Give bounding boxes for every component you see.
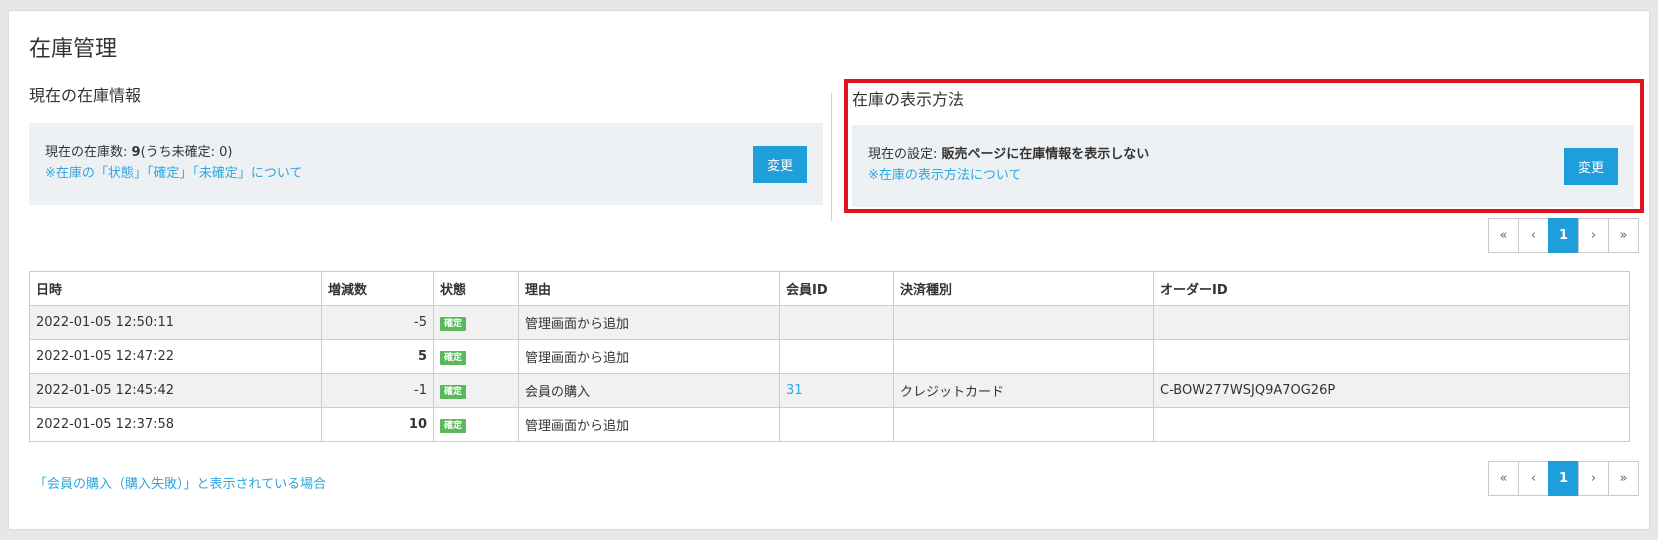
cell-status: 確定	[433, 407, 519, 442]
cell-status: 確定	[433, 339, 519, 374]
cell-order-id	[1153, 339, 1630, 374]
display-setting-line: 現在の設定: 販売ページに在庫情報を表示しない	[868, 145, 1618, 165]
stock-count-line: 現在の在庫数: 9(うち未確定: 0)	[45, 143, 807, 163]
col-header-datetime: 日時	[29, 271, 322, 306]
col-header-status: 状態	[433, 271, 519, 306]
cell-member-id	[779, 305, 894, 340]
status-badge: 確定	[440, 350, 467, 365]
table-header-row: 日時 増減数 状態 理由 会員ID 決済種別 オーダーID	[29, 271, 1630, 306]
cell-datetime: 2022-01-05 12:45:42	[29, 373, 322, 408]
cell-datetime: 2022-01-05 12:37:58	[29, 407, 322, 442]
cell-delta: 10	[321, 407, 434, 442]
current-stock-box: 現在の在庫数: 9(うち未確定: 0) ※在庫の「状態」「確定」「未確定」につい…	[29, 123, 823, 205]
cell-reason: 管理画面から追加	[518, 305, 780, 340]
cell-member-id	[779, 407, 894, 442]
cell-datetime: 2022-01-05 12:50:11	[29, 305, 322, 340]
cell-payment	[893, 407, 1154, 442]
table-row: 2022-01-05 12:50:11 -5 確定 管理画面から追加	[29, 305, 1630, 340]
cell-member-id	[779, 339, 894, 374]
cell-payment: クレジットカード	[893, 373, 1154, 408]
page-first-button[interactable]: «	[1488, 461, 1519, 496]
page-prev-button[interactable]: ‹	[1518, 461, 1549, 496]
current-stock-section: 現在の在庫情報 現在の在庫数: 9(うち未確定: 0) ※在庫の「状態」「確定」…	[29, 85, 823, 205]
pagination-bottom: « ‹ 1 › »	[1488, 461, 1639, 496]
page-current-button[interactable]: 1	[1548, 218, 1579, 253]
stock-status-help-link[interactable]: ※在庫の「状態」「確定」「未確定」について	[45, 163, 807, 185]
page-last-button[interactable]: »	[1608, 461, 1639, 496]
cell-datetime: 2022-01-05 12:47:22	[29, 339, 322, 374]
display-setting-label: 現在の設定:	[868, 147, 942, 162]
cell-reason: 管理画面から追加	[518, 407, 780, 442]
cell-order-id	[1153, 407, 1630, 442]
display-setting-value: 販売ページに在庫情報を表示しない	[941, 147, 1150, 162]
main-panel: 在庫管理 現在の在庫情報 現在の在庫数: 9(うち未確定: 0) ※在庫の「状態…	[8, 10, 1650, 530]
member-id-link[interactable]: 31	[786, 383, 803, 398]
cell-delta: -1	[321, 373, 434, 408]
display-method-box: 現在の設定: 販売ページに在庫情報を表示しない ※在庫の表示方法について 変更	[852, 125, 1634, 207]
stock-count-value: 9	[131, 145, 141, 160]
stock-unconfirmed: (うち未確定: 0)	[140, 145, 233, 160]
status-badge: 確定	[440, 418, 467, 433]
page-next-button[interactable]: ›	[1578, 461, 1609, 496]
table-row: 2022-01-05 12:47:22 5 確定 管理画面から追加	[29, 339, 1630, 374]
cell-delta: 5	[321, 339, 434, 374]
section-divider	[831, 93, 832, 221]
change-display-button[interactable]: 変更	[1564, 148, 1618, 185]
col-header-payment: 決済種別	[893, 271, 1154, 306]
col-header-reason: 理由	[518, 271, 780, 306]
change-stock-button[interactable]: 変更	[753, 146, 807, 183]
cell-reason: 会員の購入	[518, 373, 780, 408]
cell-status: 確定	[433, 373, 519, 408]
cell-order-id: C-BOW277WSJQ9A7OG26P	[1153, 373, 1630, 408]
current-stock-heading: 現在の在庫情報	[29, 86, 142, 105]
table-row: 2022-01-05 12:45:42 -1 確定 会員の購入 31 クレジット…	[29, 373, 1630, 408]
stock-history-table: 日時 増減数 状態 理由 会員ID 決済種別 オーダーID 2022-01-05…	[29, 271, 1630, 442]
cell-member-id: 31	[779, 373, 894, 408]
pagination-top: « ‹ 1 › »	[1488, 218, 1639, 253]
cell-payment	[893, 305, 1154, 340]
cell-delta: -5	[321, 305, 434, 340]
page-current-button[interactable]: 1	[1548, 461, 1579, 496]
cell-status: 確定	[433, 305, 519, 340]
page-title: 在庫管理	[29, 37, 118, 62]
display-method-heading: 在庫の表示方法	[852, 90, 965, 109]
status-badge: 確定	[440, 384, 467, 399]
cell-order-id	[1153, 305, 1630, 340]
cell-payment	[893, 339, 1154, 374]
page-next-button[interactable]: ›	[1578, 218, 1609, 253]
stock-count-label: 現在の在庫数:	[45, 145, 132, 160]
page-prev-button[interactable]: ‹	[1518, 218, 1549, 253]
col-header-delta: 増減数	[321, 271, 434, 306]
table-row: 2022-01-05 12:37:58 10 確定 管理画面から追加	[29, 407, 1630, 442]
purchase-failure-help-link[interactable]: 「会員の購入（購入失敗）」と表示されている場合	[34, 473, 326, 492]
page-first-button[interactable]: «	[1488, 218, 1519, 253]
status-badge: 確定	[440, 316, 467, 331]
display-method-help-link[interactable]: ※在庫の表示方法について	[868, 165, 1618, 187]
display-method-section: 在庫の表示方法 現在の設定: 販売ページに在庫情報を表示しない ※在庫の表示方法…	[844, 79, 1644, 213]
cell-reason: 管理画面から追加	[518, 339, 780, 374]
col-header-order-id: オーダーID	[1153, 271, 1630, 306]
col-header-member-id: 会員ID	[779, 271, 894, 306]
page-last-button[interactable]: »	[1608, 218, 1639, 253]
